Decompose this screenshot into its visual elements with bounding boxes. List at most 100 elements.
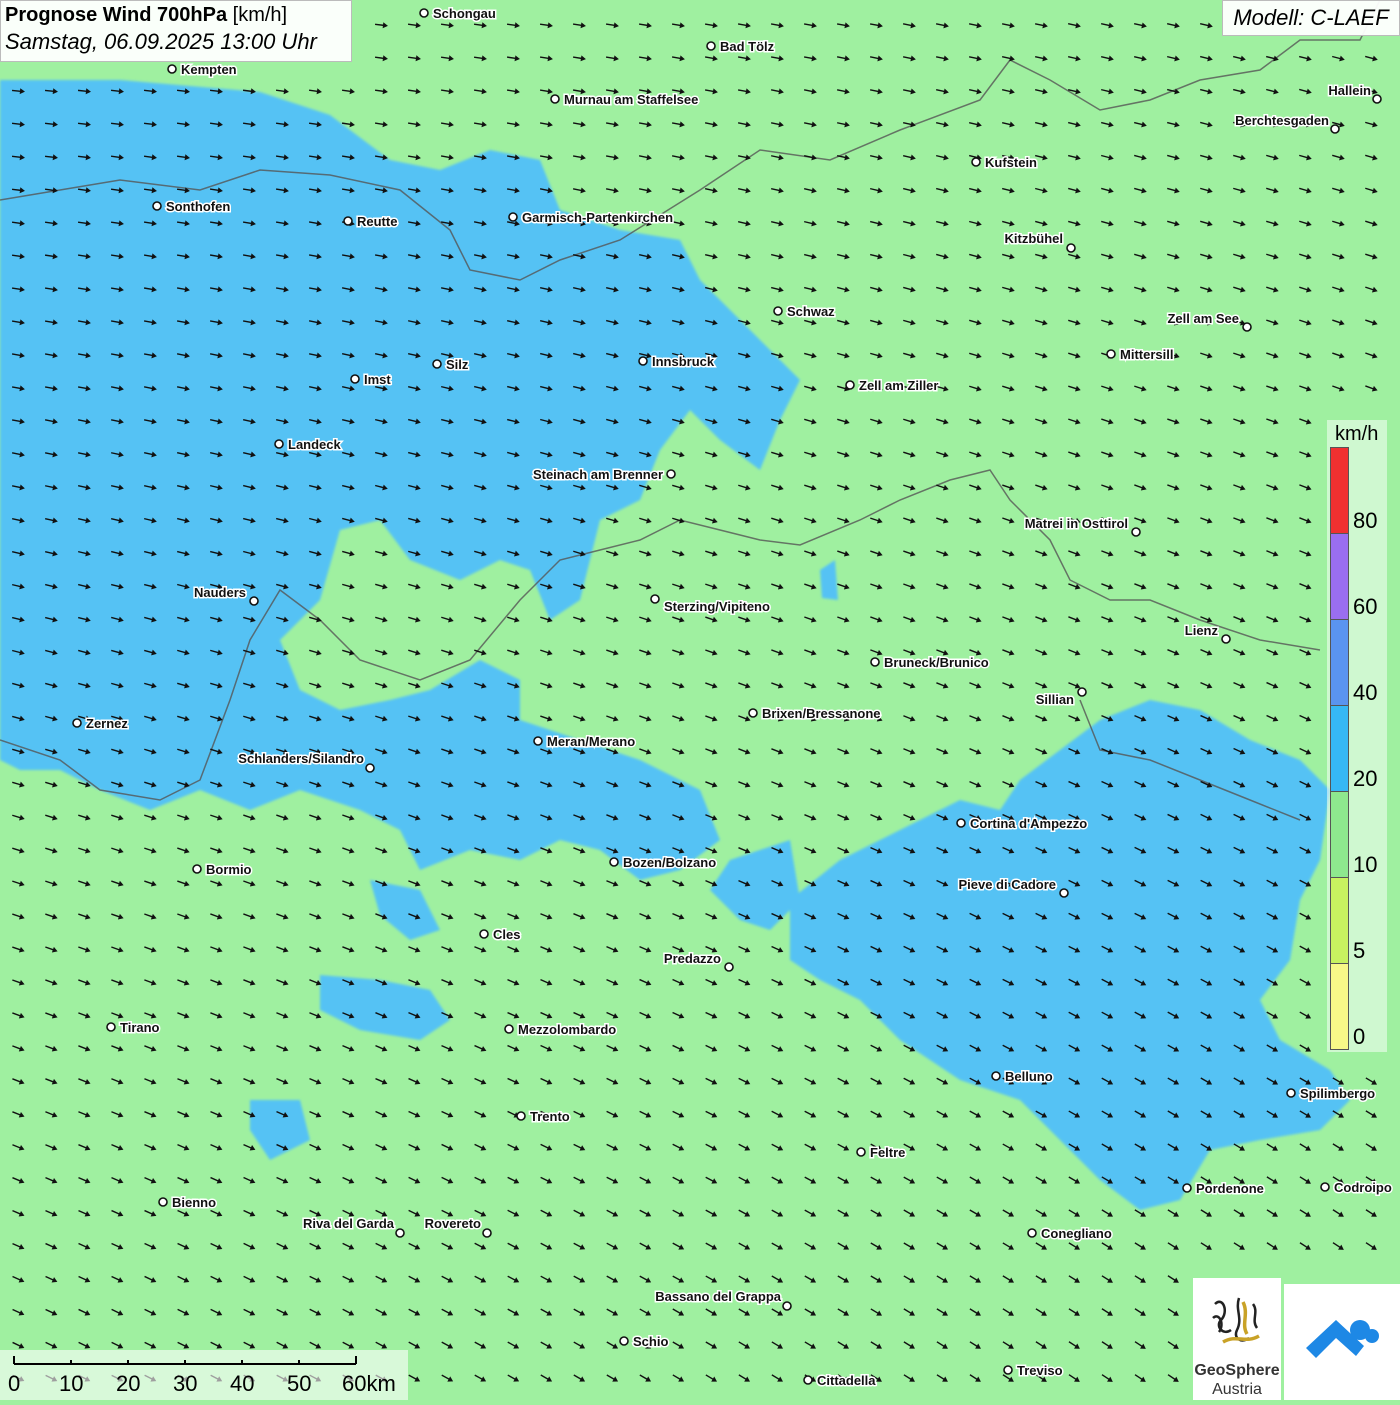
- geosphere-logo-sub: Austria: [1212, 1381, 1262, 1398]
- app-logo[interactable]: [1284, 1284, 1400, 1400]
- city-label: Kempten: [181, 62, 237, 77]
- city-marker: [343, 216, 353, 226]
- legend-segment-0: [1330, 963, 1349, 1050]
- title-box: Prognose Wind 700hPa [km/h] Samstag, 06.…: [0, 0, 352, 62]
- city-label: Codroipo: [1334, 1180, 1392, 1195]
- city-marker: [1003, 1365, 1013, 1375]
- city-label: Spilimbergo: [1300, 1086, 1375, 1101]
- legend-segment-5: [1330, 877, 1349, 964]
- city-label: Cittadella: [817, 1373, 876, 1388]
- city-marker: [845, 380, 855, 390]
- scale-label-30: 30: [173, 1371, 198, 1396]
- city-label: Zell am See: [1167, 311, 1239, 326]
- city-label: Bad Tölz: [720, 39, 775, 54]
- city-marker: [956, 818, 966, 828]
- city-meran-merano: Meran/Merano: [533, 733, 637, 751]
- city-label: Imst: [364, 372, 391, 387]
- city-label: Berchtesgaden: [1235, 113, 1329, 128]
- wind-map: Schongau Bad Tölz Kempten Murnau am Staffel…: [0, 0, 1400, 1400]
- city-label: Bozen/Bolzano: [623, 855, 716, 870]
- city-marker: [991, 1071, 1001, 1081]
- city-label: Sillian: [1036, 692, 1074, 707]
- city-label: Zell am Ziller: [859, 378, 938, 393]
- city-marker: [706, 41, 716, 51]
- city-marker: [479, 929, 489, 939]
- city-label: Innsbruck: [652, 354, 715, 369]
- scale-label-40: 40: [230, 1371, 255, 1396]
- city-marker: [1131, 527, 1141, 537]
- city-marker: [482, 1228, 492, 1238]
- city-label: Hallein: [1328, 83, 1371, 98]
- city-marker: [158, 1197, 168, 1207]
- city-marker: [782, 1301, 792, 1311]
- city-murnau-am-staffelsee: Murnau am Staffelsee: [550, 91, 700, 109]
- geosphere-logo[interactable]: GeoSphere Austria: [1193, 1278, 1281, 1400]
- city-label: Mezzolombardo: [518, 1022, 616, 1037]
- city-marker: [419, 8, 429, 18]
- map-title: Prognose Wind 700hPa: [5, 4, 228, 26]
- city-marker: [192, 864, 202, 874]
- scale-bar-graphic: [13, 1356, 357, 1365]
- city-label: Schlanders/Silandro: [238, 751, 364, 766]
- city-label: Reutte: [357, 214, 397, 229]
- map-title-unit: [km/h]: [232, 4, 288, 26]
- city-label: Bienno: [172, 1195, 216, 1210]
- city-marker: [1066, 243, 1076, 253]
- scale-label-0: 0: [8, 1371, 21, 1396]
- city-label: Rovereto: [425, 1216, 481, 1231]
- color-legend: km/h 80 60 40 20 10 5 0: [1327, 420, 1387, 1052]
- city-marker: [870, 657, 880, 667]
- city-marker: [748, 708, 758, 718]
- city-marker: [550, 94, 560, 104]
- city-label: Riva del Garda: [303, 1216, 395, 1231]
- city-label: Schwaz: [787, 304, 835, 319]
- city-marker: [152, 201, 162, 211]
- forecast-datetime: Samstag, 06.09.2025 13:00 Uhr: [5, 29, 317, 54]
- model-label: Modell: C-LAEF: [1222, 0, 1400, 36]
- city-marker: [1242, 322, 1252, 332]
- city-marker: [1286, 1088, 1296, 1098]
- legend-segment-10: [1330, 791, 1349, 878]
- city-marker: [72, 718, 82, 728]
- city-marker: [856, 1147, 866, 1157]
- city-marker: [773, 306, 783, 316]
- legend-segment-60: [1330, 533, 1349, 620]
- city-label: Bruneck/Brunico: [884, 655, 989, 670]
- city-marker: [1372, 94, 1382, 104]
- legend-tick-5: 5: [1353, 938, 1366, 963]
- city-marker: [619, 1336, 629, 1346]
- city-label: Feltre: [870, 1145, 905, 1160]
- scale-label-10: 10: [59, 1371, 84, 1396]
- legend-unit: km/h: [1335, 423, 1379, 445]
- city-marker: [167, 64, 177, 74]
- city-label: Kitzbühel: [1005, 231, 1064, 246]
- city-marker: [666, 469, 676, 479]
- legend-tick-20: 20: [1353, 766, 1378, 791]
- city-label: Bormio: [206, 862, 252, 877]
- geosphere-logo-icon: [1212, 1297, 1260, 1344]
- city-label: Tirano: [120, 1020, 160, 1035]
- city-marker: [971, 157, 981, 167]
- city-marker: [533, 736, 543, 746]
- city-marker: [724, 962, 734, 972]
- city-label: Pordenone: [1196, 1181, 1264, 1196]
- city-label: Schongau: [433, 6, 496, 21]
- city-marker: [1182, 1183, 1192, 1193]
- city-marker: [1077, 687, 1087, 697]
- city-label: Cles: [493, 927, 520, 942]
- city-spilimbergo: Spilimbergo: [1286, 1085, 1377, 1103]
- legend-tick-60: 60: [1353, 594, 1378, 619]
- city-marker: [1221, 634, 1231, 644]
- city-marker: [1106, 349, 1116, 359]
- city-bruneck-brunico: Bruneck/Brunico: [870, 654, 990, 672]
- city-marker: [650, 594, 660, 604]
- city-label: Matrei in Osttirol: [1025, 516, 1128, 531]
- geosphere-logo-name: GeoSphere: [1194, 1362, 1280, 1379]
- city-label: Predazzo: [664, 951, 721, 966]
- city-marker: [395, 1228, 405, 1238]
- city-label: Belluno: [1005, 1069, 1053, 1084]
- city-label: Brixen/Bressanone: [762, 706, 881, 721]
- city-marker: [432, 359, 442, 369]
- city-label: Steinach am Brenner: [533, 467, 663, 482]
- city-label: Landeck: [288, 437, 342, 452]
